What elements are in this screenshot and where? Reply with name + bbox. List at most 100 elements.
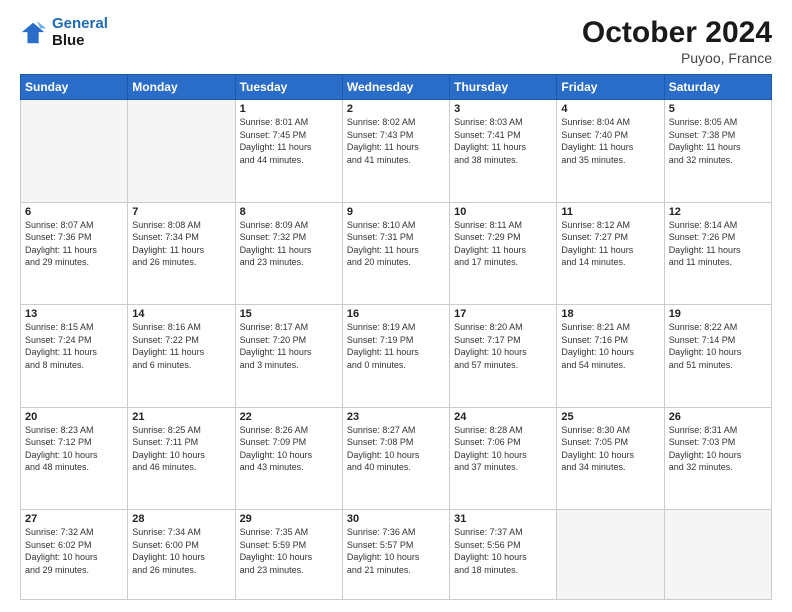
day-number: 13 (25, 308, 123, 320)
month-title: October 2024 (582, 16, 772, 50)
calendar-day-cell: 8Sunrise: 8:09 AM Sunset: 7:32 PM Daylig… (235, 202, 342, 305)
day-number: 20 (25, 411, 123, 423)
day-info: Sunrise: 7:36 AM Sunset: 5:57 PM Dayligh… (347, 526, 445, 576)
day-number: 8 (240, 206, 338, 218)
page: General Blue October 2024 Puyoo, France … (0, 0, 792, 612)
calendar-table: SundayMondayTuesdayWednesdayThursdayFrid… (20, 74, 772, 600)
calendar-day-cell: 15Sunrise: 8:17 AM Sunset: 7:20 PM Dayli… (235, 305, 342, 408)
day-info: Sunrise: 8:14 AM Sunset: 7:26 PM Dayligh… (669, 219, 767, 269)
calendar-day-cell: 30Sunrise: 7:36 AM Sunset: 5:57 PM Dayli… (342, 510, 449, 600)
day-number: 2 (347, 103, 445, 115)
day-info: Sunrise: 8:25 AM Sunset: 7:11 PM Dayligh… (132, 424, 230, 474)
weekday-header-row: SundayMondayTuesdayWednesdayThursdayFrid… (21, 75, 772, 100)
day-info: Sunrise: 8:26 AM Sunset: 7:09 PM Dayligh… (240, 424, 338, 474)
calendar-day-cell: 2Sunrise: 8:02 AM Sunset: 7:43 PM Daylig… (342, 100, 449, 203)
day-number: 19 (669, 308, 767, 320)
day-number: 26 (669, 411, 767, 423)
calendar-day-cell: 10Sunrise: 8:11 AM Sunset: 7:29 PM Dayli… (450, 202, 557, 305)
weekday-header-cell: Monday (128, 75, 235, 100)
calendar-week-row: 13Sunrise: 8:15 AM Sunset: 7:24 PM Dayli… (21, 305, 772, 408)
day-info: Sunrise: 7:32 AM Sunset: 6:02 PM Dayligh… (25, 526, 123, 576)
calendar-day-cell: 1Sunrise: 8:01 AM Sunset: 7:45 PM Daylig… (235, 100, 342, 203)
calendar-day-cell: 7Sunrise: 8:08 AM Sunset: 7:34 PM Daylig… (128, 202, 235, 305)
day-info: Sunrise: 8:09 AM Sunset: 7:32 PM Dayligh… (240, 219, 338, 269)
calendar-day-cell: 18Sunrise: 8:21 AM Sunset: 7:16 PM Dayli… (557, 305, 664, 408)
day-number: 21 (132, 411, 230, 423)
day-info: Sunrise: 8:10 AM Sunset: 7:31 PM Dayligh… (347, 219, 445, 269)
day-info: Sunrise: 8:02 AM Sunset: 7:43 PM Dayligh… (347, 116, 445, 166)
calendar-week-row: 6Sunrise: 8:07 AM Sunset: 7:36 PM Daylig… (21, 202, 772, 305)
calendar-day-cell: 13Sunrise: 8:15 AM Sunset: 7:24 PM Dayli… (21, 305, 128, 408)
day-info: Sunrise: 8:31 AM Sunset: 7:03 PM Dayligh… (669, 424, 767, 474)
calendar-day-cell: 27Sunrise: 7:32 AM Sunset: 6:02 PM Dayli… (21, 510, 128, 600)
day-info: Sunrise: 8:23 AM Sunset: 7:12 PM Dayligh… (25, 424, 123, 474)
calendar-day-cell: 16Sunrise: 8:19 AM Sunset: 7:19 PM Dayli… (342, 305, 449, 408)
calendar-week-row: 27Sunrise: 7:32 AM Sunset: 6:02 PM Dayli… (21, 510, 772, 600)
day-info: Sunrise: 8:15 AM Sunset: 7:24 PM Dayligh… (25, 321, 123, 371)
day-number: 4 (561, 103, 659, 115)
day-number: 16 (347, 308, 445, 320)
day-number: 25 (561, 411, 659, 423)
day-info: Sunrise: 8:03 AM Sunset: 7:41 PM Dayligh… (454, 116, 552, 166)
calendar-week-row: 20Sunrise: 8:23 AM Sunset: 7:12 PM Dayli… (21, 407, 772, 510)
calendar-day-cell: 3Sunrise: 8:03 AM Sunset: 7:41 PM Daylig… (450, 100, 557, 203)
calendar-day-cell: 17Sunrise: 8:20 AM Sunset: 7:17 PM Dayli… (450, 305, 557, 408)
day-info: Sunrise: 7:34 AM Sunset: 6:00 PM Dayligh… (132, 526, 230, 576)
day-number: 7 (132, 206, 230, 218)
day-number: 9 (347, 206, 445, 218)
calendar-day-cell: 22Sunrise: 8:26 AM Sunset: 7:09 PM Dayli… (235, 407, 342, 510)
day-number: 31 (454, 513, 552, 525)
day-info: Sunrise: 8:05 AM Sunset: 7:38 PM Dayligh… (669, 116, 767, 166)
weekday-header-cell: Sunday (21, 75, 128, 100)
day-number: 5 (669, 103, 767, 115)
logo: General Blue (20, 16, 108, 49)
day-info: Sunrise: 8:01 AM Sunset: 7:45 PM Dayligh… (240, 116, 338, 166)
day-number: 28 (132, 513, 230, 525)
calendar-day-cell (128, 100, 235, 203)
calendar-day-cell: 6Sunrise: 8:07 AM Sunset: 7:36 PM Daylig… (21, 202, 128, 305)
day-number: 29 (240, 513, 338, 525)
day-info: Sunrise: 8:20 AM Sunset: 7:17 PM Dayligh… (454, 321, 552, 371)
day-info: Sunrise: 8:07 AM Sunset: 7:36 PM Dayligh… (25, 219, 123, 269)
day-info: Sunrise: 8:17 AM Sunset: 7:20 PM Dayligh… (240, 321, 338, 371)
day-info: Sunrise: 8:30 AM Sunset: 7:05 PM Dayligh… (561, 424, 659, 474)
calendar-day-cell: 14Sunrise: 8:16 AM Sunset: 7:22 PM Dayli… (128, 305, 235, 408)
calendar-day-cell: 23Sunrise: 8:27 AM Sunset: 7:08 PM Dayli… (342, 407, 449, 510)
weekday-header-cell: Friday (557, 75, 664, 100)
calendar-day-cell (21, 100, 128, 203)
weekday-header-cell: Saturday (664, 75, 771, 100)
header: General Blue October 2024 Puyoo, France (20, 16, 772, 66)
day-info: Sunrise: 8:08 AM Sunset: 7:34 PM Dayligh… (132, 219, 230, 269)
calendar-day-cell: 5Sunrise: 8:05 AM Sunset: 7:38 PM Daylig… (664, 100, 771, 203)
day-number: 15 (240, 308, 338, 320)
day-number: 22 (240, 411, 338, 423)
day-number: 1 (240, 103, 338, 115)
calendar-day-cell: 19Sunrise: 8:22 AM Sunset: 7:14 PM Dayli… (664, 305, 771, 408)
calendar-week-row: 1Sunrise: 8:01 AM Sunset: 7:45 PM Daylig… (21, 100, 772, 203)
day-info: Sunrise: 7:37 AM Sunset: 5:56 PM Dayligh… (454, 526, 552, 576)
day-info: Sunrise: 8:12 AM Sunset: 7:27 PM Dayligh… (561, 219, 659, 269)
calendar-day-cell: 11Sunrise: 8:12 AM Sunset: 7:27 PM Dayli… (557, 202, 664, 305)
day-number: 27 (25, 513, 123, 525)
calendar-day-cell: 9Sunrise: 8:10 AM Sunset: 7:31 PM Daylig… (342, 202, 449, 305)
day-info: Sunrise: 8:19 AM Sunset: 7:19 PM Dayligh… (347, 321, 445, 371)
calendar-day-cell: 26Sunrise: 8:31 AM Sunset: 7:03 PM Dayli… (664, 407, 771, 510)
calendar-day-cell (557, 510, 664, 600)
day-number: 3 (454, 103, 552, 115)
day-number: 12 (669, 206, 767, 218)
day-info: Sunrise: 8:22 AM Sunset: 7:14 PM Dayligh… (669, 321, 767, 371)
calendar-day-cell: 28Sunrise: 7:34 AM Sunset: 6:00 PM Dayli… (128, 510, 235, 600)
day-number: 30 (347, 513, 445, 525)
calendar-day-cell: 29Sunrise: 7:35 AM Sunset: 5:59 PM Dayli… (235, 510, 342, 600)
day-number: 18 (561, 308, 659, 320)
day-number: 6 (25, 206, 123, 218)
day-info: Sunrise: 8:21 AM Sunset: 7:16 PM Dayligh… (561, 321, 659, 371)
day-info: Sunrise: 8:28 AM Sunset: 7:06 PM Dayligh… (454, 424, 552, 474)
logo-text: General Blue (52, 16, 108, 49)
day-info: Sunrise: 7:35 AM Sunset: 5:59 PM Dayligh… (240, 526, 338, 576)
weekday-header-cell: Tuesday (235, 75, 342, 100)
day-info: Sunrise: 8:04 AM Sunset: 7:40 PM Dayligh… (561, 116, 659, 166)
calendar-body: 1Sunrise: 8:01 AM Sunset: 7:45 PM Daylig… (21, 100, 772, 600)
logo-icon (20, 19, 48, 47)
day-number: 14 (132, 308, 230, 320)
